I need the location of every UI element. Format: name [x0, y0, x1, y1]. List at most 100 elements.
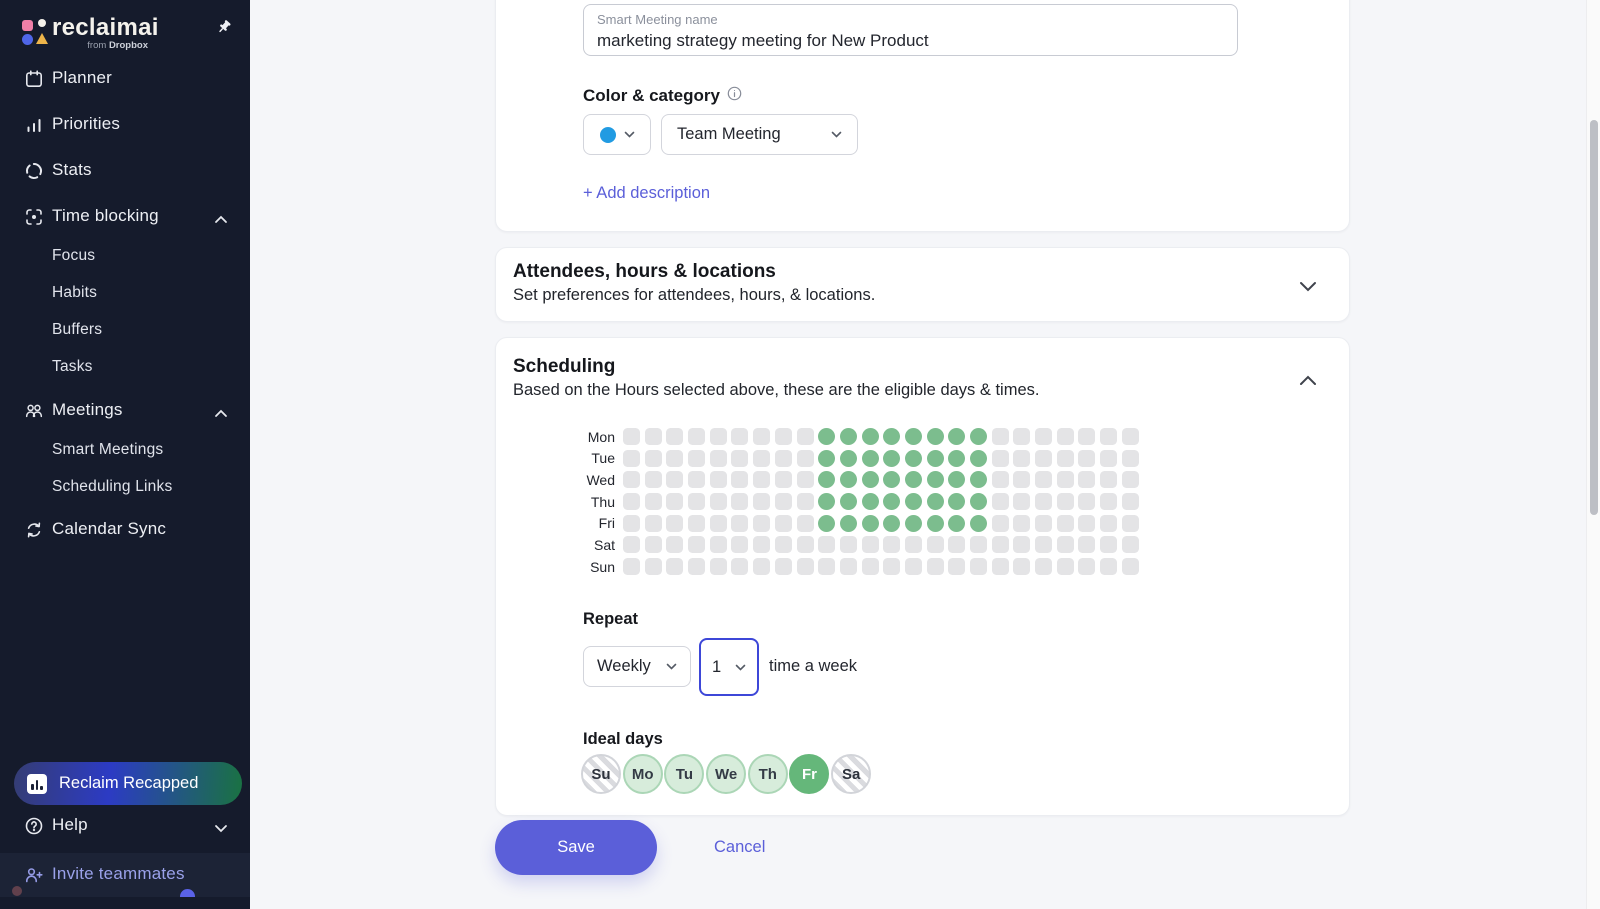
- add-description-link[interactable]: + Add description: [583, 184, 710, 203]
- hour-cell[interactable]: [840, 428, 857, 445]
- sidebar-item-priorities[interactable]: Priorities: [0, 105, 250, 145]
- hour-cell[interactable]: [1013, 471, 1030, 488]
- save-button[interactable]: Save: [495, 820, 657, 875]
- hour-cell[interactable]: [927, 471, 944, 488]
- hour-cell[interactable]: [1078, 558, 1095, 575]
- hour-cell[interactable]: [645, 558, 662, 575]
- hour-cell[interactable]: [862, 493, 879, 510]
- hour-cell[interactable]: [1035, 471, 1052, 488]
- hour-cell[interactable]: [1078, 471, 1095, 488]
- hour-cell[interactable]: [1035, 493, 1052, 510]
- hour-cell[interactable]: [1013, 450, 1030, 467]
- hour-cell[interactable]: [818, 536, 835, 553]
- hour-cell[interactable]: [818, 428, 835, 445]
- hour-cell[interactable]: [623, 536, 640, 553]
- sidebar-item-stats[interactable]: Stats: [0, 151, 250, 191]
- invite-teammates-button[interactable]: Invite teammates: [0, 853, 250, 897]
- hour-cell[interactable]: [1122, 428, 1139, 445]
- hour-cell[interactable]: [1122, 493, 1139, 510]
- hour-cell[interactable]: [731, 450, 748, 467]
- color-select[interactable]: [583, 114, 651, 155]
- hour-cell[interactable]: [992, 536, 1009, 553]
- hour-cell[interactable]: [710, 536, 727, 553]
- hour-cell[interactable]: [840, 493, 857, 510]
- hour-cell[interactable]: [666, 536, 683, 553]
- hour-cell[interactable]: [970, 450, 987, 467]
- hour-cell[interactable]: [992, 493, 1009, 510]
- hour-cell[interactable]: [731, 515, 748, 532]
- cancel-button[interactable]: Cancel: [714, 838, 765, 857]
- hour-cell[interactable]: [883, 515, 900, 532]
- hour-cell[interactable]: [666, 471, 683, 488]
- hour-cell[interactable]: [948, 515, 965, 532]
- hour-cell[interactable]: [775, 515, 792, 532]
- hour-cell[interactable]: [710, 493, 727, 510]
- hour-cell[interactable]: [797, 536, 814, 553]
- hour-cell[interactable]: [623, 493, 640, 510]
- hour-cell[interactable]: [1122, 450, 1139, 467]
- hour-cell[interactable]: [645, 428, 662, 445]
- hour-cell[interactable]: [797, 515, 814, 532]
- sidebar-item-smart-meetings[interactable]: Smart Meetings: [0, 432, 250, 472]
- hour-cell[interactable]: [1035, 428, 1052, 445]
- hour-cell[interactable]: [775, 536, 792, 553]
- hour-cell[interactable]: [1078, 428, 1095, 445]
- hour-cell[interactable]: [1035, 515, 1052, 532]
- hour-cell[interactable]: [1078, 450, 1095, 467]
- hour-cell[interactable]: [797, 471, 814, 488]
- ideal-day-tu[interactable]: Tu: [664, 754, 704, 794]
- hour-cell[interactable]: [992, 428, 1009, 445]
- hour-cell[interactable]: [818, 558, 835, 575]
- hour-cell[interactable]: [818, 493, 835, 510]
- hour-cell[interactable]: [948, 558, 965, 575]
- brand[interactable]: reclaimai from Dropbox: [0, 0, 250, 64]
- hour-cell[interactable]: [775, 471, 792, 488]
- hour-cell[interactable]: [753, 428, 770, 445]
- hour-cell[interactable]: [862, 536, 879, 553]
- hour-cell[interactable]: [927, 515, 944, 532]
- attendees-section-card[interactable]: Attendees, hours & locations Set prefere…: [495, 247, 1350, 322]
- hour-cell[interactable]: [1057, 471, 1074, 488]
- hour-cell[interactable]: [623, 558, 640, 575]
- hour-cell[interactable]: [1057, 558, 1074, 575]
- hour-cell[interactable]: [623, 428, 640, 445]
- hour-cell[interactable]: [1100, 558, 1117, 575]
- hour-cell[interactable]: [948, 493, 965, 510]
- chevron-down-icon[interactable]: [1299, 279, 1317, 290]
- hour-cell[interactable]: [1122, 515, 1139, 532]
- hour-cell[interactable]: [1057, 428, 1074, 445]
- hour-cell[interactable]: [1100, 536, 1117, 553]
- hour-cell[interactable]: [710, 515, 727, 532]
- hour-cell[interactable]: [666, 515, 683, 532]
- hour-cell[interactable]: [818, 471, 835, 488]
- hour-cell[interactable]: [905, 515, 922, 532]
- hour-cell[interactable]: [1057, 536, 1074, 553]
- hour-cell[interactable]: [992, 515, 1009, 532]
- ideal-day-th[interactable]: Th: [748, 754, 788, 794]
- ideal-day-sa[interactable]: Sa: [831, 754, 871, 794]
- hour-cell[interactable]: [992, 450, 1009, 467]
- hour-cell[interactable]: [645, 471, 662, 488]
- ideal-day-we[interactable]: We: [706, 754, 746, 794]
- ideal-day-su[interactable]: Su: [581, 754, 621, 794]
- hour-cell[interactable]: [753, 515, 770, 532]
- hour-cell[interactable]: [992, 558, 1009, 575]
- repeat-count-select[interactable]: 1: [699, 638, 759, 696]
- hour-cell[interactable]: [1013, 493, 1030, 510]
- chevron-up-icon[interactable]: [1299, 373, 1317, 384]
- hour-cell[interactable]: [905, 536, 922, 553]
- hour-cell[interactable]: [688, 515, 705, 532]
- hour-cell[interactable]: [862, 558, 879, 575]
- hour-cell[interactable]: [927, 428, 944, 445]
- info-icon[interactable]: [727, 86, 742, 106]
- hour-cell[interactable]: [710, 558, 727, 575]
- hour-cell[interactable]: [862, 471, 879, 488]
- hour-cell[interactable]: [862, 428, 879, 445]
- hour-cell[interactable]: [666, 450, 683, 467]
- hour-cell[interactable]: [666, 558, 683, 575]
- hour-cell[interactable]: [905, 428, 922, 445]
- hour-cell[interactable]: [927, 536, 944, 553]
- hour-cell[interactable]: [797, 493, 814, 510]
- hour-cell[interactable]: [1035, 450, 1052, 467]
- hour-cell[interactable]: [840, 536, 857, 553]
